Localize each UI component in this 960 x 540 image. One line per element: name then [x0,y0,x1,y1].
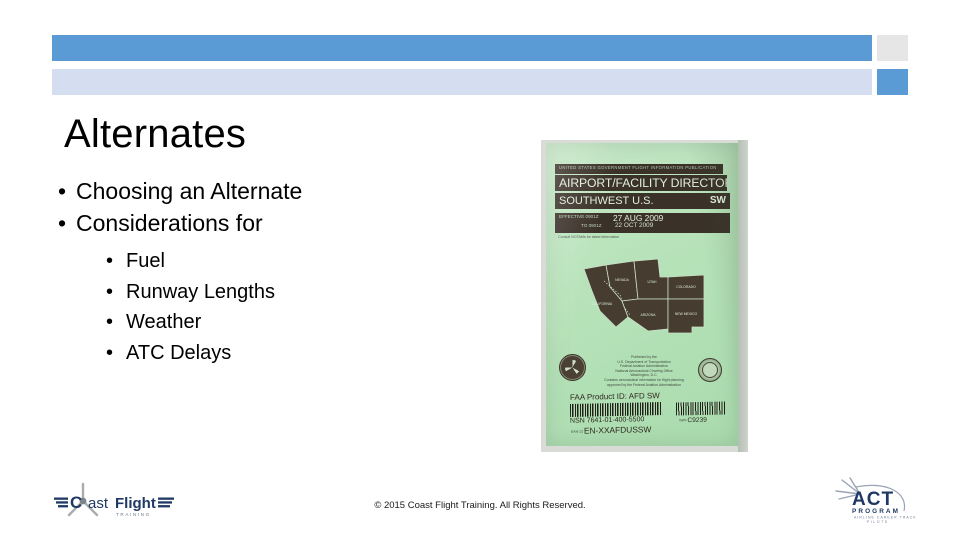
list-item-label: ATC Delays [126,341,232,364]
booklet-to-date: 22 OCT 2009 [615,222,654,229]
list-item: • Weather [106,307,498,338]
sub-list: • Fuel • Runway Lengths • Weather • ATC Dela… [106,246,498,368]
svg-text:CALIFORNIA: CALIFORNIA [592,302,613,306]
barcode-secondary-icon [675,401,727,416]
header-block-bottom-right [877,69,908,95]
list-item: • Runway Lengths [106,277,498,308]
page-title: Alternates [64,112,247,156]
svg-text:PROGRAM: PROGRAM [852,508,900,515]
booklet-ean-value: EN-XXAFDUSSW [583,424,652,436]
header-bar-top [52,35,872,61]
southwest-states-map-icon: CALIFORNIA NEVADA UTAH COLORADO ARIZONA … [576,255,711,337]
bullet-marker-icon: • [106,280,114,303]
svg-text:AIRLINE CAREER TRACK: AIRLINE CAREER TRACK [854,516,917,520]
booklet-agency-line: UNITED STATES GOVERNMENT FLIGHT INFORMAT… [559,165,717,170]
booklet-region: SOUTHWEST U.S. [559,195,654,207]
svg-text:NEW MEXICO: NEW MEXICO [675,312,698,316]
svg-text:C: C [70,493,82,512]
booklet-product-id: FAA Product ID: AFD SW [569,391,660,402]
booklet-effective-label: EFFECTIVE 0901Z [559,214,599,219]
bullet-marker-icon: • [58,210,67,236]
svg-text:NEVADA: NEVADA [615,278,629,282]
list-item-label: Runway Lengths [126,280,275,303]
booklet-publisher-block: Published by the U.S. Department of Tran… [598,355,690,387]
publisher-line: approved by the Federal Aviation Adminis… [606,382,682,387]
list-item-label: Weather [126,311,202,333]
booklet-region-band: SOUTHWEST U.S. SW [555,193,730,209]
barcode-primary-icon [569,402,663,417]
svg-text:UTAH: UTAH [648,280,658,284]
list-item: • Choosing an Alternate [58,176,498,207]
svg-text:Flight: Flight [115,495,156,512]
booklet-cover: UNITED STATES GOVERNMENT FLIGHT INFORMAT… [546,143,738,446]
svg-text:ARIZONA: ARIZONA [640,313,656,317]
list-item: • Fuel [106,246,498,277]
bullet-marker-icon: • [106,341,114,364]
list-item: • ATC Delays [106,338,498,369]
booklet-ean: EAN-13EN-XXAFDUSSW [570,424,652,436]
bullet-marker-icon: • [58,178,67,204]
coast-flight-logo: C ast Flight TRAINING [52,481,180,523]
booklet-page-edge [738,140,748,452]
booklet-barcode-code-prefix: ISBN [678,418,687,423]
list-item: • Considerations for [58,208,498,239]
booklet-barcode-code-value: C9239 [687,416,707,425]
afd-booklet-photo: UNITED STATES GOVERNMENT FLIGHT INFORMAT… [541,140,748,452]
svg-text:COLORADO: COLORADO [676,285,696,289]
publisher-line: Contains aeronautical information for fl… [604,377,684,382]
svg-text:ast: ast [88,495,109,512]
dot-seal-icon [559,354,586,381]
booklet-title-band: AIRPORT/FACILITY DIRECTORY [555,175,727,191]
booklet-region-code: SW [709,195,726,206]
commerce-seal-icon [698,358,722,382]
list-item-label: Choosing an Alternate [76,178,303,204]
booklet-title: AIRPORT/FACILITY DIRECTORY [559,176,727,190]
booklet-barcode-code: ISBNC9239 [679,417,707,425]
svg-text:PILOTS: PILOTS [867,520,889,524]
booklet-nsn: NSN 7641-01-400-5500 [569,416,645,425]
booklet-ean-prefix: EAN-13 [570,429,583,434]
svg-text:TRAINING: TRAINING [116,512,151,517]
bullet-marker-icon: • [106,311,114,333]
header-block-top-right [877,35,908,61]
list-item-label: Considerations for [76,210,263,236]
booklet-to-label: TO 0901Z [581,223,602,228]
bullet-marker-icon: • [106,250,114,272]
list-item-label: Fuel [126,250,165,272]
header-bar-bottom [52,69,872,95]
act-program-logo: ACT PROGRAM AIRLINE CAREER TRACK PILOTS [834,477,920,527]
svg-text:ACT: ACT [852,489,894,510]
booklet-note: Consult NOTAMs for latest information [558,235,620,239]
content-list: • Choosing an Alternate • Considerations f… [58,176,498,368]
booklet-effective-band: EFFECTIVE 0901Z 27 AUG 2009 TO 0901Z 22 … [555,213,730,233]
booklet-agency-band: UNITED STATES GOVERNMENT FLIGHT INFORMAT… [555,164,723,174]
